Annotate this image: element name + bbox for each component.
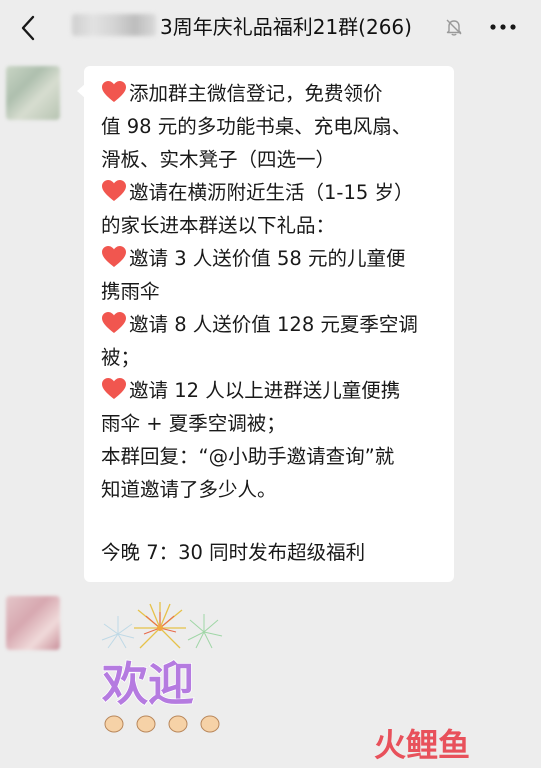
message-line: 邀请 12 人以上进群送儿童便携 xyxy=(101,375,400,408)
message-line: 邀请在横沥附近生活（1-15 岁） xyxy=(101,177,413,210)
sender-avatar[interactable] xyxy=(6,596,60,650)
red-heart-icon xyxy=(102,246,126,267)
chevron-left-icon xyxy=(21,15,35,41)
message-line: 知道邀请了多少人。 xyxy=(101,478,277,501)
welcome-sticker[interactable]: 欢迎 xyxy=(96,596,236,746)
red-heart-icon xyxy=(102,180,126,201)
message-line: 携雨伞 xyxy=(101,280,160,303)
red-heart-icon xyxy=(102,312,126,333)
more-dots-icon xyxy=(490,24,516,30)
message-line: 添加群主微信登记，免费领价 xyxy=(101,78,383,111)
message-line: 滑板、实木凳子（四选一） xyxy=(101,148,336,171)
watermark-text: 火鲤鱼 xyxy=(374,726,470,764)
message-text: 邀请在横沥附近生活（1-15 岁） xyxy=(129,181,414,204)
message-line: 被； xyxy=(101,346,141,369)
bell-off-icon xyxy=(446,19,462,36)
chat-header: 3周年庆礼品福利21群(266) xyxy=(0,0,541,56)
message-line: 邀请 3 人送价值 58 元的儿童便 xyxy=(101,243,406,276)
message-text: 邀请 8 人送价值 128 元夏季空调 xyxy=(129,313,418,336)
message-line: 值 98 元的多功能书桌、充电风扇、 xyxy=(101,115,412,138)
sender-avatar[interactable] xyxy=(6,66,60,120)
chat-title: 3周年庆礼品福利21群(266) xyxy=(160,15,412,39)
brand-watermark: 火鲤鱼 xyxy=(374,726,470,764)
message-text: 邀请 3 人送价值 58 元的儿童便 xyxy=(129,247,406,270)
red-heart-icon xyxy=(102,378,126,399)
clapping-hands-icon xyxy=(104,715,220,733)
fireworks-icon xyxy=(101,602,223,649)
message-line: 今晚 7：30 同时发布超级福利 xyxy=(101,541,366,564)
message-text: 邀请 12 人以上进群送儿童便携 xyxy=(129,379,401,402)
message-text: 添加群主微信登记，免费领价 xyxy=(129,82,383,105)
red-heart-icon xyxy=(102,81,126,102)
blurred-group-prefix xyxy=(72,14,156,36)
back-button[interactable] xyxy=(10,10,46,46)
message-line: 本群回复：“@小助手邀请查询”就 xyxy=(101,445,395,468)
sticker-text: 欢迎 xyxy=(101,657,194,711)
more-button[interactable] xyxy=(486,14,520,40)
message-line: 邀请 8 人送价值 128 元夏季空调 xyxy=(101,309,418,342)
message-line: 雨伞 + 夏季空调被； xyxy=(101,412,286,435)
chat-screen: 3周年庆礼品福利21群(266) 添加群主微信登记，免费领价 值 98 元的多功… xyxy=(0,0,541,768)
message-line: 的家长进本群送以下礼品： xyxy=(101,214,336,237)
